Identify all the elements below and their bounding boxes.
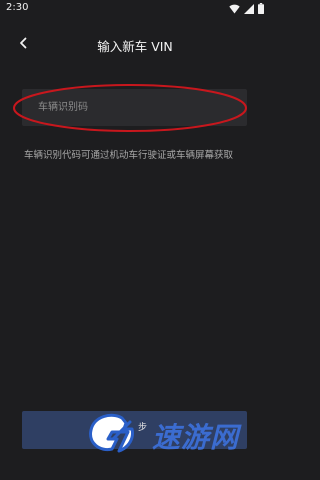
battery-icon bbox=[258, 3, 264, 14]
screen: 2:30 输入新车 VIN 车辆识别代码可通过机动车行驶证或车辆屏幕获 bbox=[0, 0, 270, 480]
vin-input-field[interactable] bbox=[22, 89, 247, 126]
vin-hint-text: 车辆识别代码可通过机动车行驶证或车辆屏幕获取 bbox=[24, 150, 234, 161]
confirm-button[interactable] bbox=[22, 411, 247, 449]
wifi-icon bbox=[229, 4, 240, 14]
status-time: 2:30 bbox=[6, 2, 29, 13]
status-icons bbox=[229, 3, 264, 14]
status-bar: 2:30 bbox=[0, 0, 270, 18]
vin-input[interactable] bbox=[22, 89, 247, 126]
cell-signal-icon bbox=[244, 3, 254, 14]
header: 输入新车 VIN bbox=[0, 28, 270, 58]
page-title: 输入新车 VIN bbox=[97, 39, 173, 54]
